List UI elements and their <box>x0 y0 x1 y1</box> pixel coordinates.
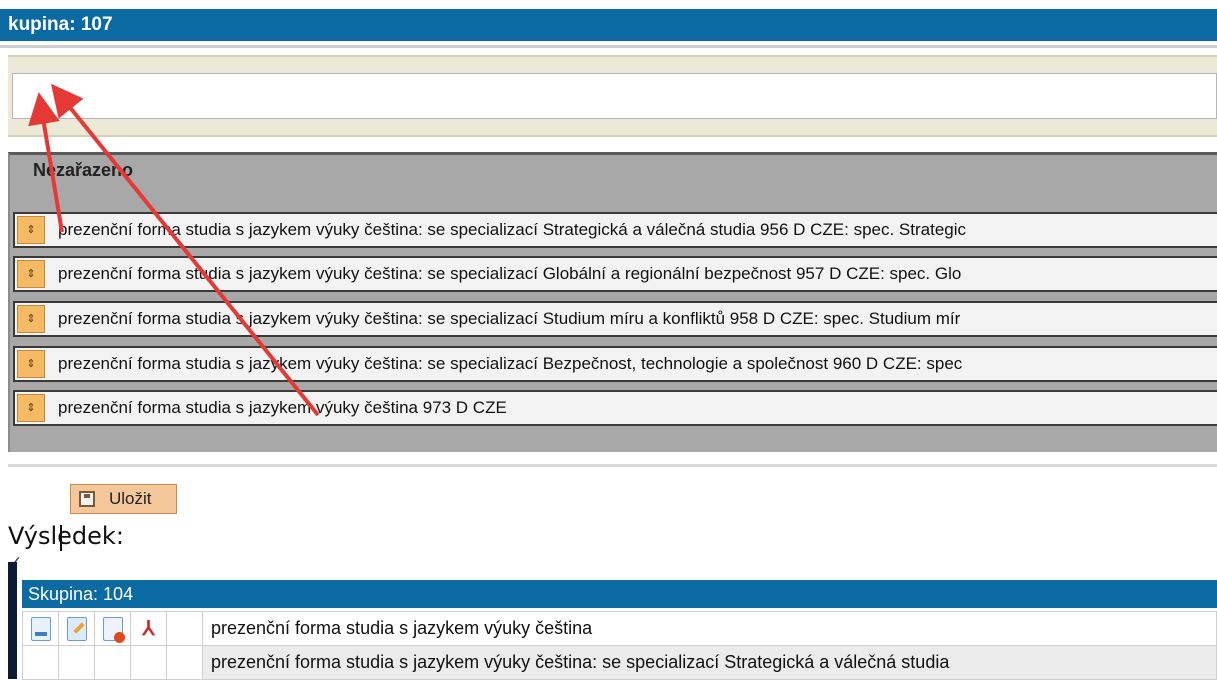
sortable-item-label: prezenční forma studia s jazykem výuky č… <box>58 354 963 373</box>
edit-icon[interactable] <box>66 616 87 641</box>
sortable-item-label: prezenční forma studia s jazykem výuky č… <box>58 309 961 328</box>
table-cell <box>166 645 203 680</box>
result-label: Výsledek: <box>8 522 124 550</box>
document-icon[interactable] <box>30 616 51 641</box>
group-header: kupina: 107 <box>0 9 1217 41</box>
result-group-header: Skupina: 104 <box>22 580 1217 608</box>
result-table: ⅄ prezenční forma studia s jazykem výuky… <box>22 611 1217 680</box>
sortable-item-label: prezenční forma studia s jazykem výuky č… <box>58 220 967 239</box>
save-button[interactable]: Uložit <box>70 484 177 514</box>
sortable-item[interactable]: ⇕ prezenční forma studia s jazykem výuky… <box>13 212 1217 248</box>
left-border-bar <box>8 562 17 679</box>
sortable-item[interactable]: ⇕ prezenční forma studia s jazykem výuky… <box>13 346 1217 382</box>
divider <box>0 45 1217 48</box>
table-cell <box>130 645 167 680</box>
table-row: ⅄ prezenční forma studia s jazykem výuky… <box>22 611 1217 646</box>
sortable-item[interactable]: ⇕ prezenční forma studia s jazykem výuky… <box>13 256 1217 292</box>
text-cursor <box>60 525 62 551</box>
sortable-item[interactable]: ⇕ prezenční forma studia s jazykem výuky… <box>13 390 1217 426</box>
table-cell: ⅄ <box>130 611 167 646</box>
table-cell-text: prezenční forma studia s jazykem výuky č… <box>202 645 1217 680</box>
drag-handle-icon[interactable]: ⇕ <box>17 305 45 333</box>
group-name-input[interactable] <box>12 73 1217 119</box>
drag-handle-icon[interactable]: ⇕ <box>17 394 45 422</box>
save-icon <box>79 491 95 507</box>
save-button-label: Uložit <box>109 489 152 508</box>
table-cell <box>58 611 95 646</box>
table-cell <box>58 645 95 680</box>
table-cell <box>94 645 131 680</box>
delete-icon[interactable] <box>102 616 125 643</box>
drag-handle-icon[interactable]: ⇕ <box>17 216 45 244</box>
sortable-item[interactable]: ⇕ prezenční forma studia s jazykem výuky… <box>13 301 1217 337</box>
table-cell <box>94 611 131 646</box>
table-cell-text: prezenční forma studia s jazykem výuky č… <box>202 611 1217 646</box>
divider <box>8 464 1217 467</box>
table-row: prezenční forma studia s jazykem výuky č… <box>22 645 1217 680</box>
pdf-icon[interactable]: ⅄ <box>138 617 160 641</box>
drag-handle-icon[interactable]: ⇕ <box>17 260 45 288</box>
table-cell <box>22 645 59 680</box>
table-cell <box>22 611 59 646</box>
sortable-item-label: prezenční forma studia s jazykem výuky č… <box>58 398 507 417</box>
unassigned-label: Nezařazeno <box>33 160 134 180</box>
table-cell <box>166 611 203 646</box>
drag-handle-icon[interactable]: ⇕ <box>17 350 45 378</box>
sortable-item-label: prezenční forma studia s jazykem výuky č… <box>58 264 962 283</box>
